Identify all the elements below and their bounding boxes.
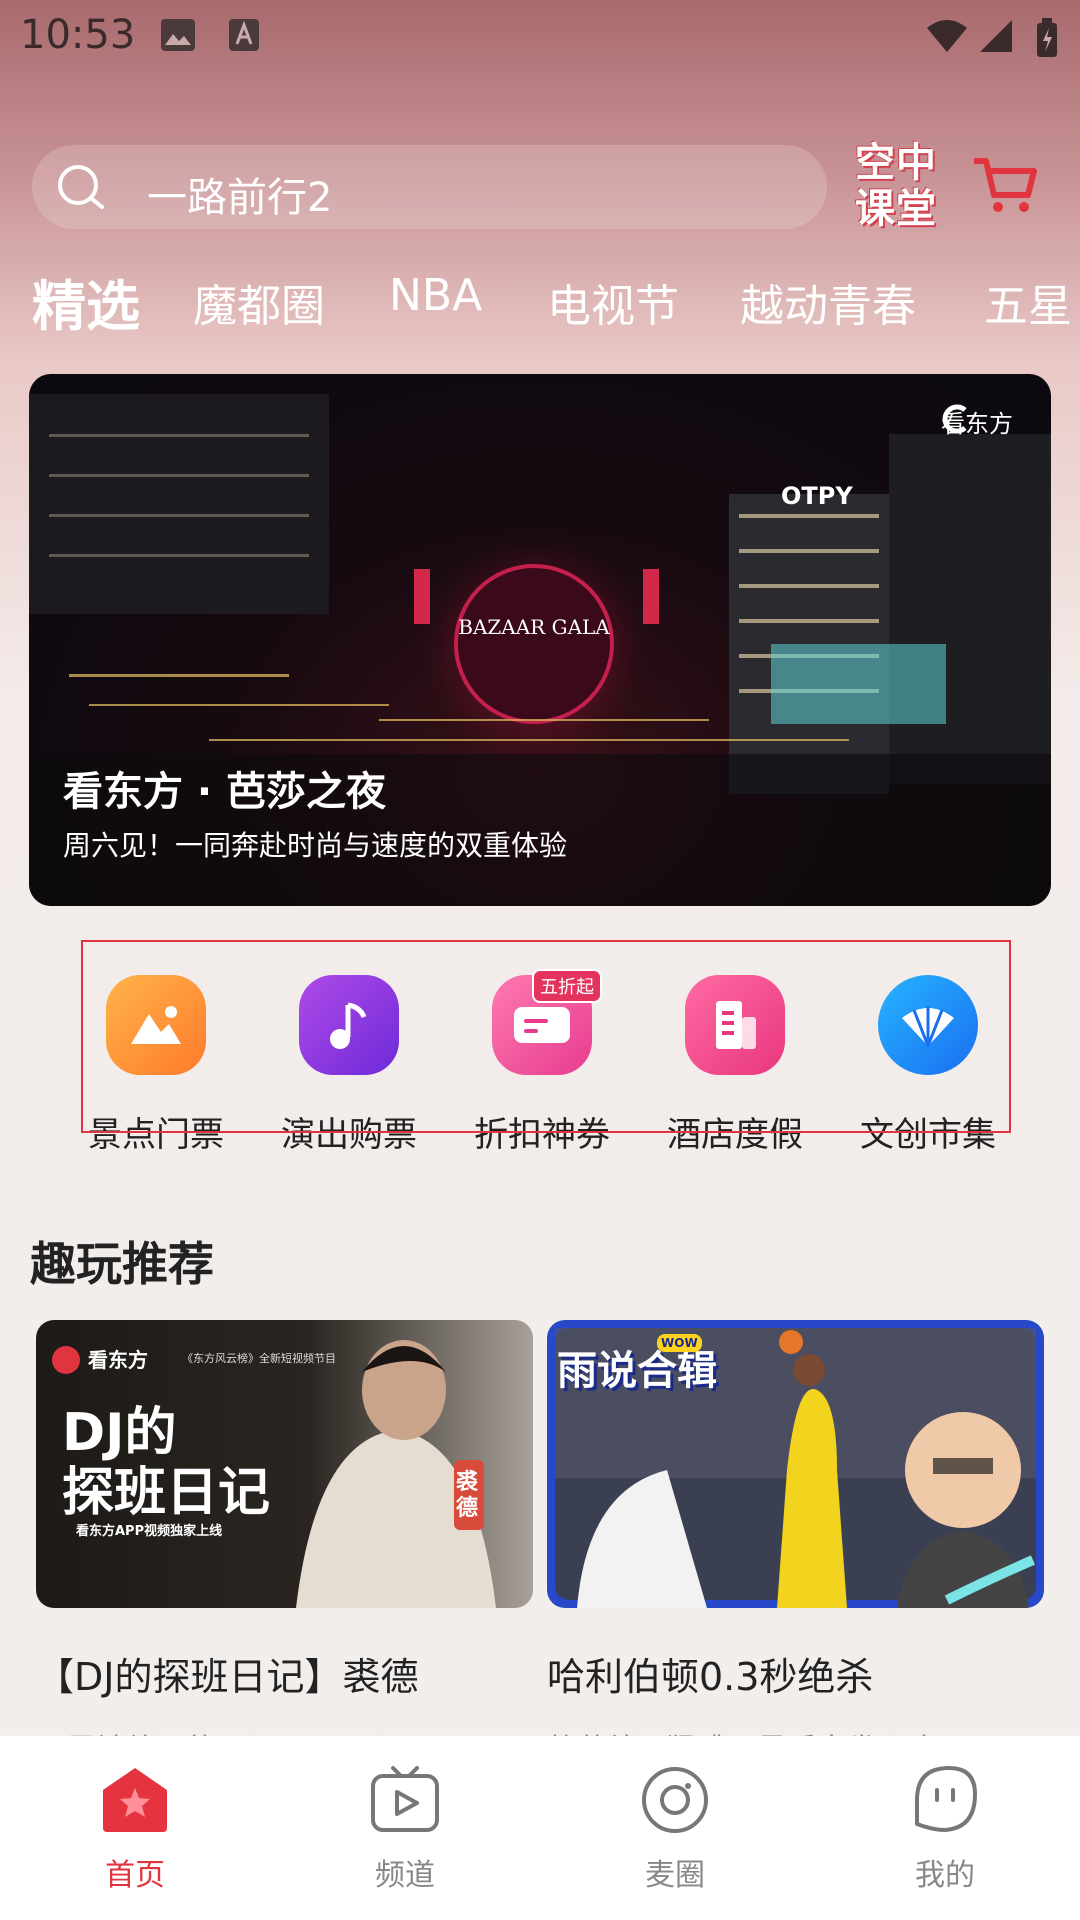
status-time: 10:53	[20, 12, 136, 58]
quick-label: 酒店度假	[667, 1115, 803, 1155]
tab-tv-festival[interactable]: 电视节	[547, 270, 679, 332]
banner-title: 看东方 · 芭莎之夜	[63, 769, 387, 815]
font-app-icon	[229, 19, 259, 51]
thumb-badge: WOW	[657, 1334, 702, 1352]
search-hint: 一路前行2	[147, 175, 333, 221]
quick-label: 演出购票	[281, 1115, 417, 1155]
building-icon	[685, 975, 785, 1075]
nav-maiquan[interactable]: 麦圈	[595, 1764, 755, 1894]
mountain-photo-icon	[106, 975, 206, 1075]
quick-show-tickets[interactable]: 演出购票	[264, 975, 434, 1156]
battery-icon	[1037, 18, 1057, 57]
promo-logo-line1: 空中	[855, 140, 937, 186]
nav-label: 频道	[375, 1858, 435, 1893]
quick-discount-coupons[interactable]: 五折起 折扣神券	[457, 969, 627, 1156]
ticket-coupon-icon: 五折起	[492, 969, 602, 1075]
card-thumbnail: 雨说合辑 WOW	[547, 1320, 1044, 1608]
wifi-icon	[927, 20, 967, 52]
hero-banner[interactable]: OTPY BAZAAR GALA 看东方 看东方 · 芭莎之夜 周六见！一同奔赴…	[29, 374, 1051, 906]
recommend-card-dj[interactable]: 看东方 《东方风云榜》全新短视频节目 DJ的 探班日记 看东方APP视频独家上线…	[36, 1320, 533, 1753]
tab-five-star[interactable]: 五星	[984, 270, 1072, 332]
svg-text:OTPY: OTPY	[781, 482, 853, 510]
nav-label: 首页	[105, 1858, 165, 1893]
discount-badge: 五折起	[532, 969, 602, 1003]
banner-brand: 看东方	[941, 404, 1013, 439]
quick-entries: 景点门票 演出购票 五折起 折扣神券 酒店度假 文创市集	[0, 969, 1080, 1156]
nav-home[interactable]: 首页	[55, 1764, 215, 1894]
cart-icon[interactable]	[970, 155, 1040, 215]
thumb-brand: 看东方	[88, 1348, 148, 1372]
recommend-card-nba[interactable]: 雨说合辑 WOW 哈利伯顿0.3秒绝杀 静若处子猛跳，最后突发恶疾	[547, 1320, 1044, 1753]
tab-nba[interactable]: NBA	[389, 270, 482, 321]
search-bar[interactable]: 一路前行2	[32, 145, 827, 229]
kandongfang-logo-icon	[942, 404, 967, 434]
channel-tabs: 精选 魔都圈 NBA 电视节 越动青春 五星	[0, 262, 1080, 332]
nav-channel[interactable]: 频道	[325, 1764, 485, 1894]
gallery-icon	[161, 19, 195, 51]
status-bar: 10:53	[0, 0, 1080, 72]
card-thumbnail: 看东方 《东方风云榜》全新短视频节目 DJ的 探班日记 看东方APP视频独家上线…	[36, 1320, 533, 1608]
bottom-nav: 首页 频道 麦圈 我的	[0, 1736, 1080, 1920]
banner-subtitle: 周六见！一同奔赴时尚与速度的双重体验	[63, 829, 568, 862]
user-face-icon	[915, 1766, 977, 1832]
home-icon	[103, 1768, 167, 1832]
quick-label: 景点门票	[88, 1115, 224, 1155]
search-icon	[58, 165, 104, 209]
nav-label: 我的	[915, 1858, 975, 1893]
quick-label: 文创市集	[860, 1115, 996, 1155]
thumb-caption: 看东方APP视频独家上线	[76, 1524, 223, 1539]
quick-label: 折扣神券	[474, 1115, 610, 1155]
thumb-tag: 《东方风云榜》全新短视频节目	[182, 1352, 336, 1365]
thumb-heading-2: 探班日记	[62, 1463, 271, 1523]
thumb-name: 裘德	[456, 1470, 479, 1521]
card-title: 哈利伯顿0.3秒绝杀	[547, 1655, 874, 1699]
tab-jingxuan[interactable]: 精选	[32, 262, 140, 332]
nav-label: 麦圈	[645, 1858, 705, 1893]
promo-logo-line2: 课堂	[855, 186, 937, 232]
promo-logo[interactable]: 空中 课堂	[855, 140, 980, 235]
quick-scenic-tickets[interactable]: 景点门票	[71, 975, 241, 1156]
nav-mine[interactable]: 我的	[865, 1764, 1025, 1894]
fan-icon	[878, 975, 978, 1075]
quick-cultural-market[interactable]: 文创市集	[843, 975, 1013, 1156]
tab-modu[interactable]: 魔都圈	[193, 270, 325, 332]
section-title: 趣玩推荐	[30, 1237, 214, 1291]
tab-youth[interactable]: 越动青春	[740, 270, 916, 332]
signal-icon	[980, 20, 1012, 52]
quick-hotel-vacation[interactable]: 酒店度假	[650, 975, 820, 1156]
music-note-icon	[299, 975, 399, 1075]
gala-sign-text: BAZAAR GALA	[458, 615, 610, 639]
card-title: 【DJ的探班日记】裘德	[36, 1655, 419, 1699]
circle-community-icon	[642, 1767, 708, 1833]
tv-play-icon	[371, 1766, 439, 1832]
